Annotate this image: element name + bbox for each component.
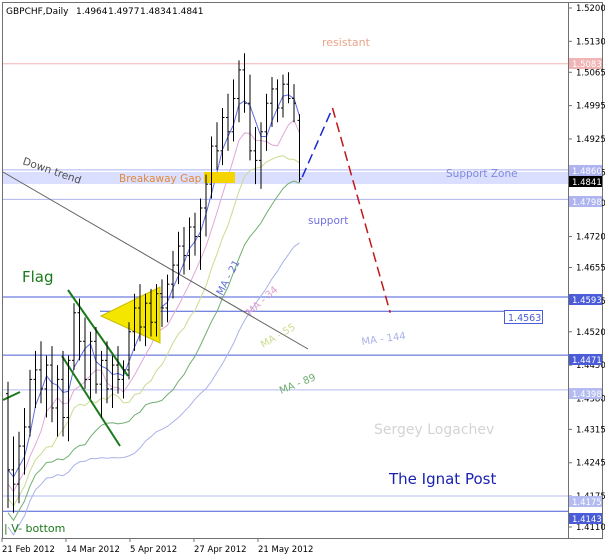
annotation-support-zone: Support Zone	[446, 168, 518, 180]
badge-v-bottom-text: 1.4143	[572, 515, 602, 525]
annotation-support: support	[308, 215, 348, 227]
x-tick-label-1: 14 Mar 2012	[66, 545, 120, 555]
y-tick-label-8: 1.4655	[576, 264, 605, 274]
y-tick-label-14: 1.4245	[576, 459, 605, 469]
y-tick-label-13: 1.4315	[576, 425, 605, 435]
badge-resistant-text: 1.5083	[572, 60, 602, 70]
badge-support-zone-text: 1.4860	[572, 167, 602, 177]
x-tick-label-2: 5 Apr 2012	[130, 545, 177, 555]
x-tick-label-0: 21 Feb 2012	[2, 545, 55, 555]
ohlc-open: 1.4964	[76, 7, 108, 17]
annotation-v-bottom: | V- bottom	[4, 522, 65, 535]
ohlc-close: 1.4841	[172, 7, 204, 17]
badge-1.4175-text: 1.4175	[572, 498, 602, 508]
y-tick-label-0: 1.5200	[576, 4, 605, 14]
badge-last-price-text: 1.4841	[572, 178, 602, 188]
x-tick-label-3: 27 Apr 2012	[194, 545, 247, 555]
badge-support-text: 1.4798	[572, 198, 602, 208]
breakaway-gap-box	[204, 172, 235, 183]
y-tick-label-10: 1.4520	[576, 328, 605, 338]
time-axis: 21 Feb 2012 14 Mar 2012 5 Apr 2012 27 Apr 2…	[1, 538, 313, 555]
y-tick-label-7: 1.4720	[576, 233, 605, 243]
candlestick-chart: 1.52001.51301.50651.49951.49251.48551.47…	[1, 2, 605, 555]
ohlc-high: 1.4977	[108, 7, 140, 17]
annotation-flag: Flag	[22, 268, 54, 286]
annotation-breakaway-gap: Breakaway Gap	[119, 173, 202, 185]
annotation-publisher: The Ignat Post	[388, 470, 496, 488]
y-tick-label-1: 1.5130	[576, 37, 605, 47]
target-level-label: 1.4563	[508, 313, 541, 324]
annotation-resistant: resistant	[322, 36, 371, 49]
y-tick-label-4: 1.4925	[576, 135, 605, 145]
chart-container: 1.52001.51301.50651.49951.49251.48551.47…	[0, 0, 605, 555]
annotation-author: Sergey Logachev	[374, 422, 494, 438]
plot-frame	[2, 2, 569, 539]
x-tick-label-4: 21 May 2012	[258, 545, 313, 555]
y-tick-label-3: 1.4995	[576, 102, 605, 112]
badge-flag-level-text: 1.4593	[572, 296, 602, 306]
badge-1.4398-text: 1.4398	[572, 390, 602, 400]
badge-1.4471-text: 1.4471	[572, 356, 602, 366]
chart-title: GBPCHF,Daily	[6, 7, 69, 17]
ohlc-low: 1.4834	[140, 7, 172, 17]
